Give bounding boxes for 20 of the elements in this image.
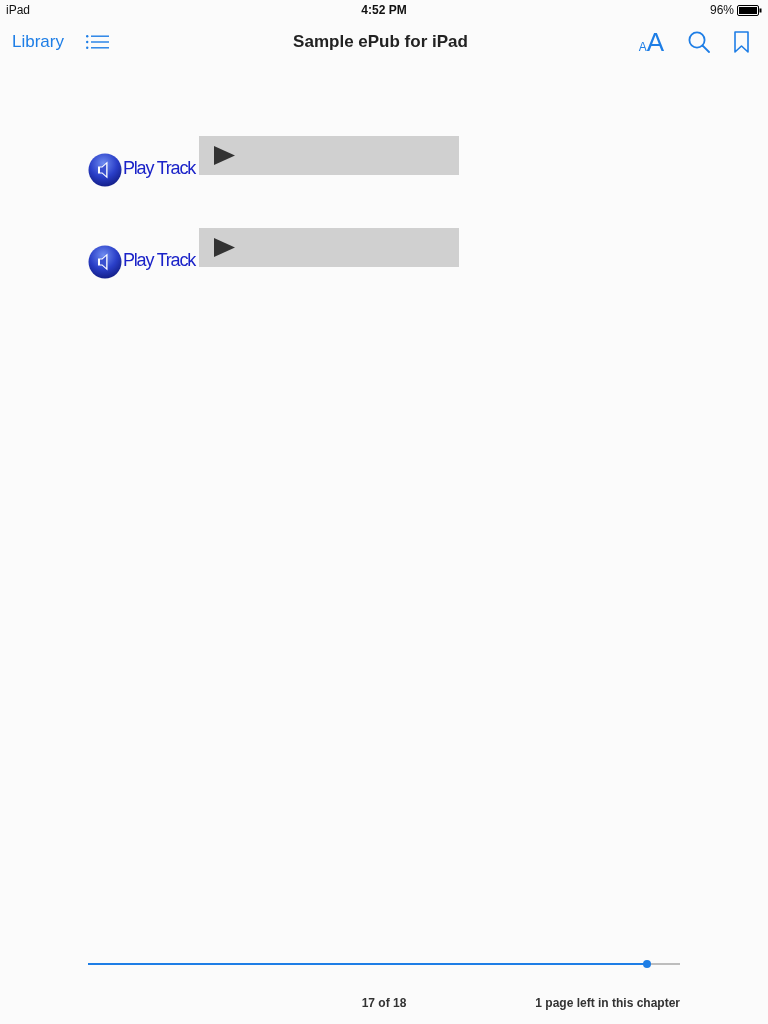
device-name: iPad — [6, 3, 32, 17]
play-track-button[interactable]: Play Track — [88, 245, 196, 279]
battery-percent: 96% — [709, 3, 734, 17]
search-icon[interactable] — [688, 31, 710, 53]
speaker-icon — [88, 245, 122, 279]
page-slider[interactable] — [88, 960, 680, 968]
page-number: 17 of 18 — [361, 996, 407, 1010]
slider-thumb[interactable] — [642, 960, 651, 968]
book-title: Sample ePub for iPad — [293, 32, 468, 52]
text-size-button[interactable]: AA — [638, 29, 664, 55]
status-time: 4:52 PM — [361, 3, 407, 17]
pages-left-text: 1 page left in this chapter — [535, 996, 680, 1010]
bookmark-icon[interactable] — [734, 31, 749, 53]
battery-icon — [737, 4, 762, 16]
speaker-icon — [88, 153, 122, 187]
play-track-button[interactable]: Play Track — [88, 153, 196, 187]
list-icon[interactable] — [85, 35, 109, 49]
library-button[interactable]: Library — [12, 32, 64, 52]
play-icon[interactable] — [214, 238, 236, 257]
play-icon[interactable] — [214, 146, 236, 165]
